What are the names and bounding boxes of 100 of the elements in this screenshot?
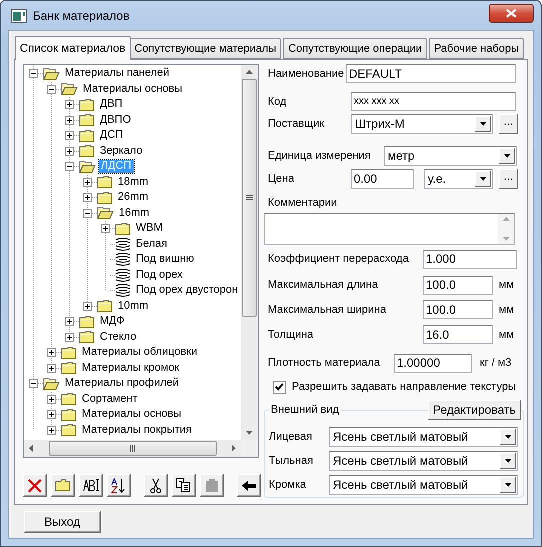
checkbox[interactable]: [273, 380, 286, 394]
tree-item[interactable]: Зеркало: [98, 144, 145, 158]
expand-toggle[interactable]: [65, 116, 74, 125]
expand-toggle[interactable]: [83, 302, 92, 311]
plus-icon: [66, 318, 73, 326]
density-field[interactable]: 1.00000: [394, 354, 472, 373]
tab[interactable]: Список материалов: [15, 36, 131, 60]
expand-toggle[interactable]: [65, 317, 74, 326]
expand-toggle[interactable]: [47, 348, 56, 358]
tree-item[interactable]: Материалы основы: [81, 82, 185, 96]
unit-label: мм: [499, 328, 514, 341]
expand-toggle[interactable]: [47, 426, 56, 435]
unit-label: кг / м3: [480, 357, 512, 370]
caret-icon: [504, 483, 512, 488]
collapse-toggle[interactable]: [29, 69, 38, 78]
tree-item[interactable]: 18mm: [116, 176, 151, 189]
tree-item[interactable]: 26mm: [116, 191, 151, 204]
folder-icon: [55, 479, 71, 492]
field-label: Код: [267, 96, 288, 108]
copy-icon: [176, 478, 192, 493]
tree-item[interactable]: Стекло: [98, 330, 139, 344]
tree-item[interactable]: МДФ: [98, 315, 127, 328]
folder-icon: [79, 113, 95, 128]
collapse-toggle[interactable]: [47, 84, 56, 94]
tree-item[interactable]: Материалы основы: [80, 408, 184, 422]
edit-button[interactable]: Редактировать: [428, 400, 521, 420]
tree-item[interactable]: 16mm: [117, 206, 152, 220]
plus-icon: [84, 178, 91, 186]
close-button[interactable]: [489, 4, 534, 23]
scroll-right-arrow[interactable]: [232, 445, 236, 452]
scroll-down-arrow[interactable]: [246, 431, 253, 435]
collapse-toggle[interactable]: [29, 379, 38, 388]
tree-item[interactable]: Под орех двусторон: [134, 284, 240, 298]
material-dropdown[interactable]: Ясень светлый матовый: [329, 427, 518, 448]
window-title: Банк материалов: [33, 8, 131, 22]
field-label: Коэффициент перерасхода: [267, 253, 410, 266]
collapse-toggle[interactable]: [83, 208, 92, 218]
tree-item[interactable]: Материалы кромок: [80, 362, 182, 375]
tree-item[interactable]: ДСП: [98, 129, 126, 142]
material-dropdown[interactable]: Ясень светлый матовый: [329, 475, 518, 496]
expand-toggle[interactable]: [65, 332, 74, 342]
browse-button[interactable]: ...: [499, 114, 518, 134]
tree-item[interactable]: ДВПО: [98, 114, 134, 127]
unit-label: мм: [499, 279, 514, 292]
tree-item[interactable]: Под орех: [134, 268, 185, 282]
expand-toggle[interactable]: [83, 193, 92, 202]
tree-item[interactable]: Сортамент: [80, 392, 140, 406]
number-field[interactable]: 1.000: [423, 250, 517, 269]
browse-button[interactable]: ...: [499, 169, 518, 189]
tree-item[interactable]: 10mm: [116, 300, 151, 313]
number-field[interactable]: 100.0: [423, 300, 493, 320]
tab[interactable]: Сопутствующие операции: [283, 38, 428, 59]
close-icon: [506, 9, 517, 18]
tree-item[interactable]: Под вишню: [134, 253, 196, 266]
scroll-thumb[interactable]: [48, 441, 216, 456]
supplier-dropdown[interactable]: Штрих-М: [351, 114, 493, 134]
exit-button[interactable]: Выход: [24, 511, 101, 533]
tab[interactable]: Сопутствующие материалы: [130, 38, 282, 59]
plus-icon: [66, 101, 73, 108]
expand-toggle[interactable]: [65, 131, 74, 140]
tree-item[interactable]: ДВП: [98, 98, 125, 112]
expand-toggle[interactable]: [65, 100, 74, 110]
number-field[interactable]: 100.0: [423, 276, 493, 295]
expand-toggle[interactable]: [47, 410, 56, 420]
folder-icon: [79, 330, 95, 344]
expand-toggle[interactable]: [47, 394, 56, 404]
expand-toggle[interactable]: [65, 146, 74, 156]
expand-toggle[interactable]: [83, 178, 92, 187]
vertical-scrollbar[interactable]: [241, 65, 258, 440]
expand-toggle[interactable]: [47, 364, 56, 373]
toolbar-button[interactable]: [144, 474, 168, 497]
code-field[interactable]: xxx xxx xx: [351, 92, 516, 111]
field-label: Цена: [267, 173, 296, 185]
number-field[interactable]: 16.0: [423, 325, 493, 344]
comments-field[interactable]: [264, 212, 515, 246]
tree-item[interactable]: Белая: [134, 238, 170, 251]
collapse-toggle[interactable]: [65, 162, 74, 172]
scroll-left-arrow[interactable]: [29, 445, 33, 452]
tree-item[interactable]: Материалы облицовки: [80, 346, 200, 360]
scroll-thumb[interactable]: [242, 79, 257, 317]
scroll-up-arrow[interactable]: [246, 70, 253, 74]
tree-item[interactable]: Материалы покрытия: [80, 424, 194, 437]
currency-dropdown[interactable]: у.е.: [424, 169, 493, 189]
toolbar-button[interactable]: [107, 474, 131, 497]
price-field[interactable]: 0.00: [351, 169, 414, 189]
tree-item[interactable]: Материалы профилей: [63, 377, 182, 390]
tree-item[interactable]: WBM: [134, 222, 165, 236]
toolbar-button[interactable]: [237, 474, 261, 497]
horizontal-scrollbar[interactable]: [24, 440, 241, 457]
tab[interactable]: Рабочие наборы: [429, 38, 524, 59]
name-field[interactable]: DEFAULT: [346, 64, 516, 83]
toolbar-button[interactable]: [172, 474, 196, 497]
tree-item[interactable]: Материалы панелей: [63, 67, 172, 80]
open-folder-icon: [97, 206, 114, 220]
material-dropdown[interactable]: Ясень светлый матовый: [329, 451, 518, 472]
expand-toggle[interactable]: [101, 224, 110, 234]
unit-dropdown[interactable]: метр: [384, 146, 517, 166]
checkbox-label: Разрешить задавать направление текстуры: [292, 381, 516, 394]
toolbar-button[interactable]: [79, 474, 103, 497]
text-cursor-icon: [82, 479, 100, 492]
